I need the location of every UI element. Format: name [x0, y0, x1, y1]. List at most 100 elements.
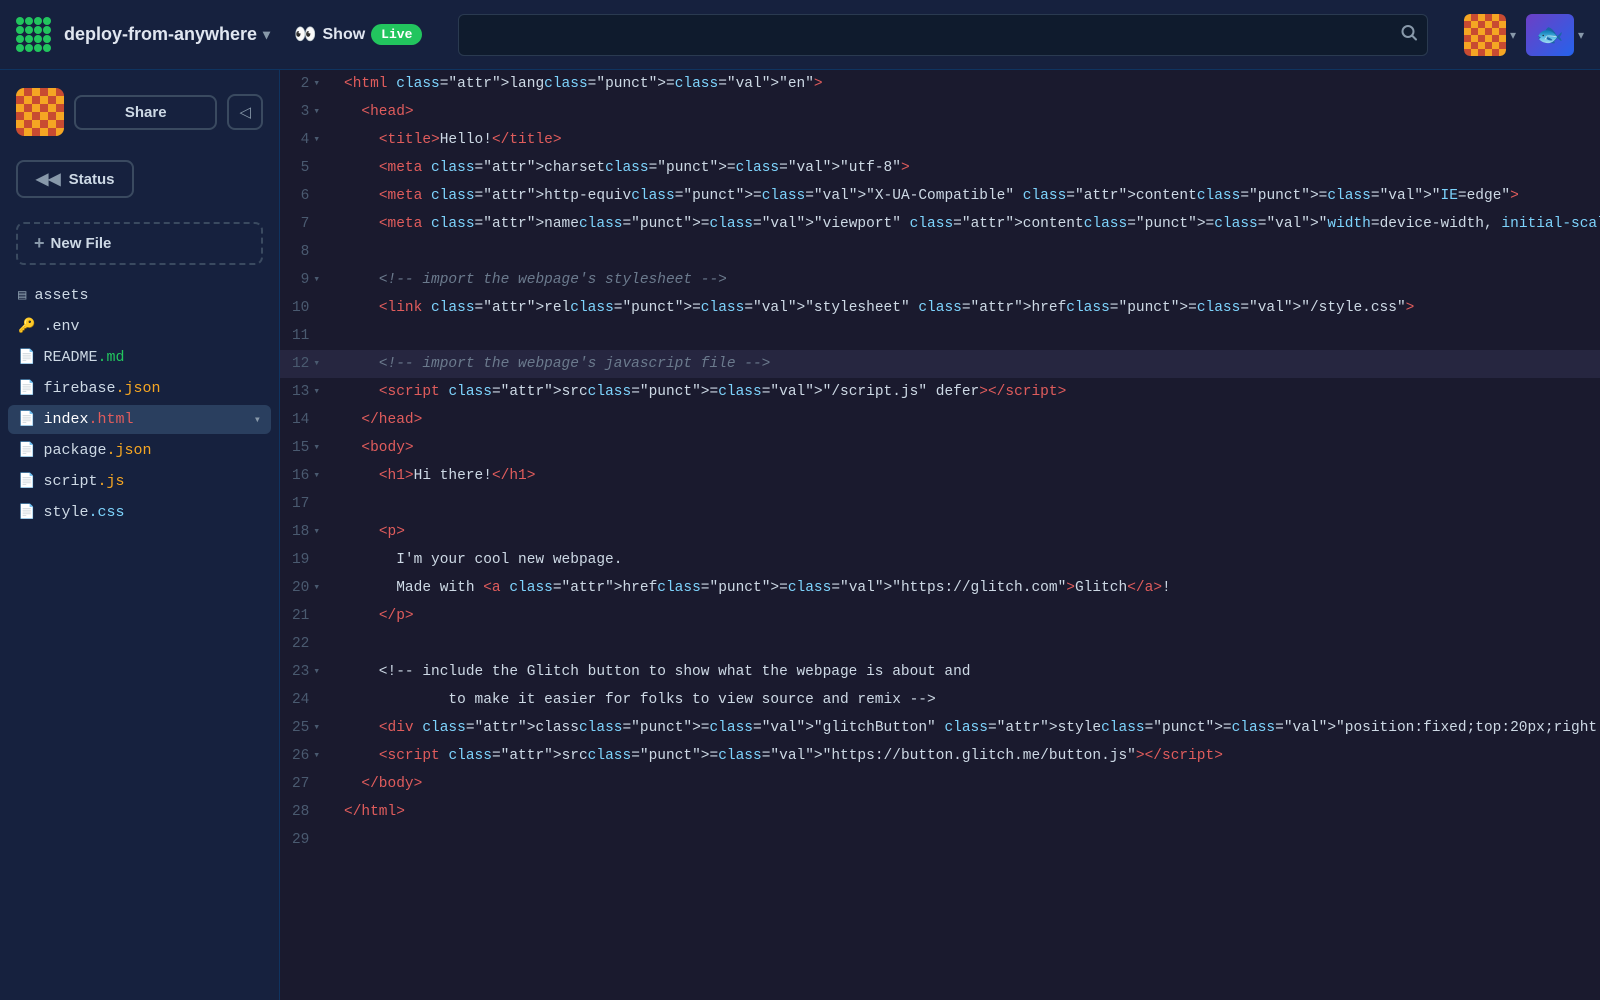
file-name: script.js — [43, 473, 261, 490]
project-name-chevron: ▾ — [263, 26, 270, 43]
line-gutter-29: 29 ▾ — [280, 826, 336, 854]
user-avatar — [1464, 14, 1506, 56]
sidebar-item-stylecss[interactable]: 📄 style.css — [8, 498, 271, 527]
sidebar-item-indexhtml[interactable]: 📄index.html▾ — [8, 405, 271, 434]
line-gutter-23: 23 ▾ — [280, 658, 336, 686]
sidebar-item-packagejson[interactable]: 📄package.json — [8, 436, 271, 465]
code-line-6: 6 ▾ <meta class="attr">http-equivclass="… — [280, 182, 1600, 210]
sidebar-logo — [16, 88, 64, 136]
line-number-22: 22 — [292, 630, 309, 658]
user-avatar-button[interactable]: ▾ — [1464, 14, 1516, 56]
sidebar: Share ◁ ◀◀ Status + New File ▤assets🔑.en… — [0, 70, 280, 1000]
line-gutter-26: 26 ▾ — [280, 742, 336, 770]
line-content-10: <link class="attr">relclass="punct">=cla… — [336, 294, 1414, 322]
fold-arrow[interactable]: ▾ — [313, 98, 320, 126]
line-content-25: <div class="attr">classclass="punct">=cl… — [336, 714, 1600, 742]
line-number-7: 7 — [301, 210, 310, 238]
status-button[interactable]: ◀◀ Status — [16, 160, 134, 198]
code-line-14: 14 ▾ </head> — [280, 406, 1600, 434]
share-button[interactable]: Share — [74, 95, 217, 130]
project-name-label: deploy-from-anywhere — [64, 24, 257, 45]
file-tree: ▤assets🔑.env📄README.md📄firebase.json📄ind… — [0, 281, 279, 527]
line-content-27: </body> — [336, 770, 422, 798]
line-number-16: 16 — [292, 462, 309, 490]
status-label: Status — [69, 171, 115, 188]
avatar-pattern — [1464, 14, 1506, 56]
fold-arrow[interactable]: ▾ — [313, 518, 320, 546]
editor-area[interactable]: 2 ▾ <html class="attr">langclass="punct"… — [280, 70, 1600, 1000]
fold-arrow[interactable]: ▾ — [313, 462, 320, 490]
line-content-3: <head> — [336, 98, 414, 126]
fish-avatar-button[interactable]: 🐟 ▾ — [1526, 14, 1584, 56]
code-container: 2 ▾ <html class="attr">langclass="punct"… — [280, 70, 1600, 1000]
code-line-5: 5 ▾ <meta class="attr">charsetclass="pun… — [280, 154, 1600, 182]
line-number-4: 4 — [301, 126, 310, 154]
file-name: style.css — [43, 504, 261, 521]
line-gutter-14: 14 ▾ — [280, 406, 336, 434]
code-line-7: 7 ▾ <meta class="attr">nameclass="punct"… — [280, 210, 1600, 238]
fold-arrow[interactable]: ▾ — [313, 658, 320, 686]
sidebar-item-READMEmd[interactable]: 📄README.md — [8, 343, 271, 372]
project-name-button[interactable]: deploy-from-anywhere ▾ — [64, 24, 270, 45]
line-content-14: </head> — [336, 406, 422, 434]
line-content-19: I'm your cool new webpage. — [336, 546, 622, 574]
line-gutter-15: 15 ▾ — [280, 434, 336, 462]
line-number-18: 18 — [292, 518, 309, 546]
show-label: Show — [323, 26, 366, 44]
code-line-10: 10 ▾ <link class="attr">relclass="punct"… — [280, 294, 1600, 322]
active-file-dropdown: ▾ — [254, 412, 261, 427]
sidebar-item-assets[interactable]: ▤assets — [8, 281, 271, 310]
fold-arrow[interactable]: ▾ — [313, 714, 320, 742]
collapse-button[interactable]: ◁ — [227, 94, 263, 130]
show-button[interactable]: 👀 Show — [294, 24, 365, 45]
line-gutter-22: 22 ▾ — [280, 630, 336, 658]
code-line-22: 22 ▾ — [280, 630, 1600, 658]
code-line-4: 4 ▾ <title>Hello!</title> — [280, 126, 1600, 154]
line-number-2: 2 — [301, 70, 310, 98]
code-line-21: 21 ▾ </p> — [280, 602, 1600, 630]
line-number-29: 29 — [292, 826, 309, 854]
file-icon: 📄 — [18, 504, 35, 521]
search-bar — [458, 14, 1428, 56]
line-gutter-27: 27 ▾ — [280, 770, 336, 798]
folder-icon: ▤ — [18, 287, 26, 304]
new-file-button[interactable]: + New File — [16, 222, 263, 265]
line-gutter-16: 16 ▾ — [280, 462, 336, 490]
sidebar-item-scriptjs[interactable]: 📄script.js — [8, 467, 271, 496]
line-number-26: 26 — [292, 742, 309, 770]
line-content-28: </html> — [336, 798, 405, 826]
fold-arrow[interactable]: ▾ — [313, 742, 320, 770]
file-icon: 📄 — [18, 380, 35, 397]
code-line-13: 13 ▾ <script class="attr">srcclass="punc… — [280, 378, 1600, 406]
line-gutter-25: 25 ▾ — [280, 714, 336, 742]
line-gutter-8: 8 ▾ — [280, 238, 336, 266]
fold-arrow[interactable]: ▾ — [313, 126, 320, 154]
fold-arrow[interactable]: ▾ — [313, 574, 320, 602]
line-number-27: 27 — [292, 770, 309, 798]
line-gutter-4: 4 ▾ — [280, 126, 336, 154]
topbar-right: ▾ 🐟 ▾ — [1464, 14, 1584, 56]
fold-arrow[interactable]: ▾ — [313, 70, 320, 98]
fold-arrow[interactable]: ▾ — [313, 434, 320, 462]
search-button[interactable] — [1400, 23, 1418, 46]
sidebar-item-env[interactable]: 🔑.env — [8, 312, 271, 341]
line-number-13: 13 — [292, 378, 309, 406]
line-gutter-3: 3 ▾ — [280, 98, 336, 126]
fish-avatar: 🐟 — [1526, 14, 1574, 56]
fold-arrow[interactable]: ▾ — [313, 378, 320, 406]
fold-arrow[interactable]: ▾ — [313, 266, 320, 294]
search-input[interactable] — [458, 14, 1428, 56]
line-gutter-6: 6 ▾ — [280, 182, 336, 210]
app-logo — [16, 17, 52, 53]
line-number-15: 15 — [292, 434, 309, 462]
fold-arrow[interactable]: ▾ — [313, 350, 320, 378]
code-line-20: 20 ▾ Made with <a class="attr">hrefclass… — [280, 574, 1600, 602]
live-badge[interactable]: Live — [371, 24, 422, 45]
line-content-21: </p> — [336, 602, 414, 630]
line-number-24: 24 — [292, 686, 309, 714]
line-gutter-7: 7 ▾ — [280, 210, 336, 238]
line-gutter-24: 24 ▾ — [280, 686, 336, 714]
sidebar-item-firebasejson[interactable]: 📄firebase.json — [8, 374, 271, 403]
line-gutter-20: 20 ▾ — [280, 574, 336, 602]
file-name: index.html — [43, 411, 245, 428]
